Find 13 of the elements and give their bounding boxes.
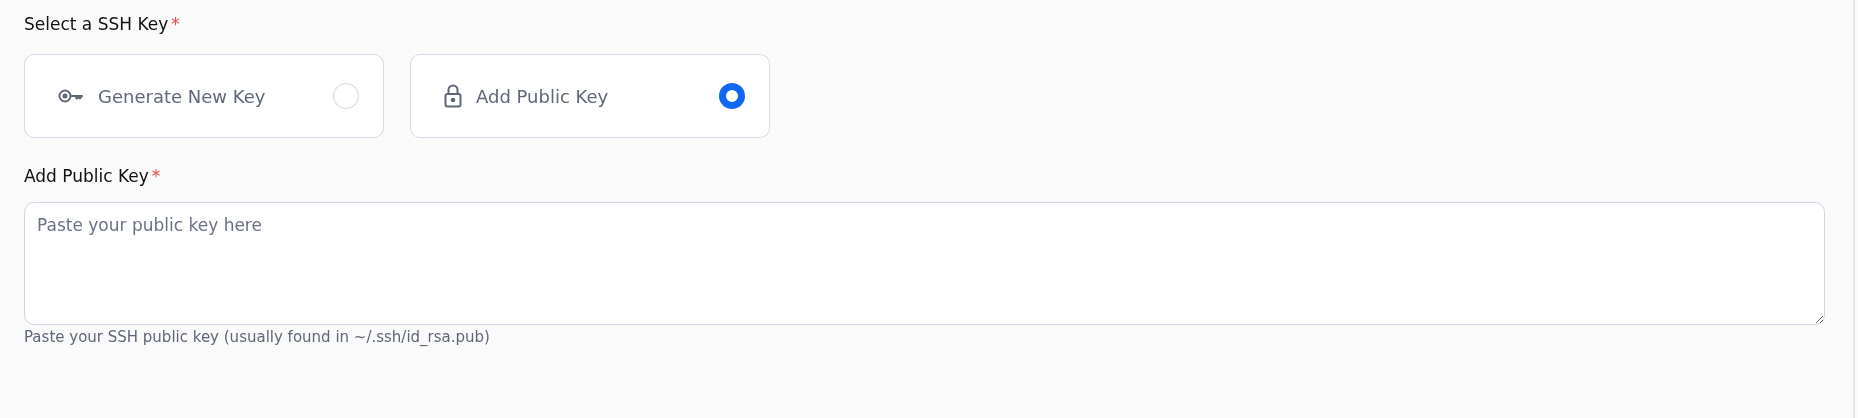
- help-text: Paste your SSH public key (usually found in ~/.ssh/id_rsa.pub): [24, 328, 491, 346]
- required-mark: *: [151, 166, 161, 186]
- required-mark: *: [171, 14, 180, 34]
- option-card[interactable]: Add Public Key: [410, 54, 770, 138]
- option-card[interactable]: Generate New Key: [24, 54, 384, 138]
- radio-button[interactable]: [719, 83, 745, 109]
- lock-icon: [444, 84, 462, 108]
- option-label: Add Public Key: [476, 85, 610, 107]
- key-icon: [58, 89, 84, 103]
- public-key-field[interactable]: Paste your public key here: [24, 202, 1825, 325]
- field-label: Add Public Key: [24, 166, 149, 186]
- field-label: Select a SSH Key: [24, 14, 169, 34]
- option-label: Generate New Key: [98, 85, 267, 107]
